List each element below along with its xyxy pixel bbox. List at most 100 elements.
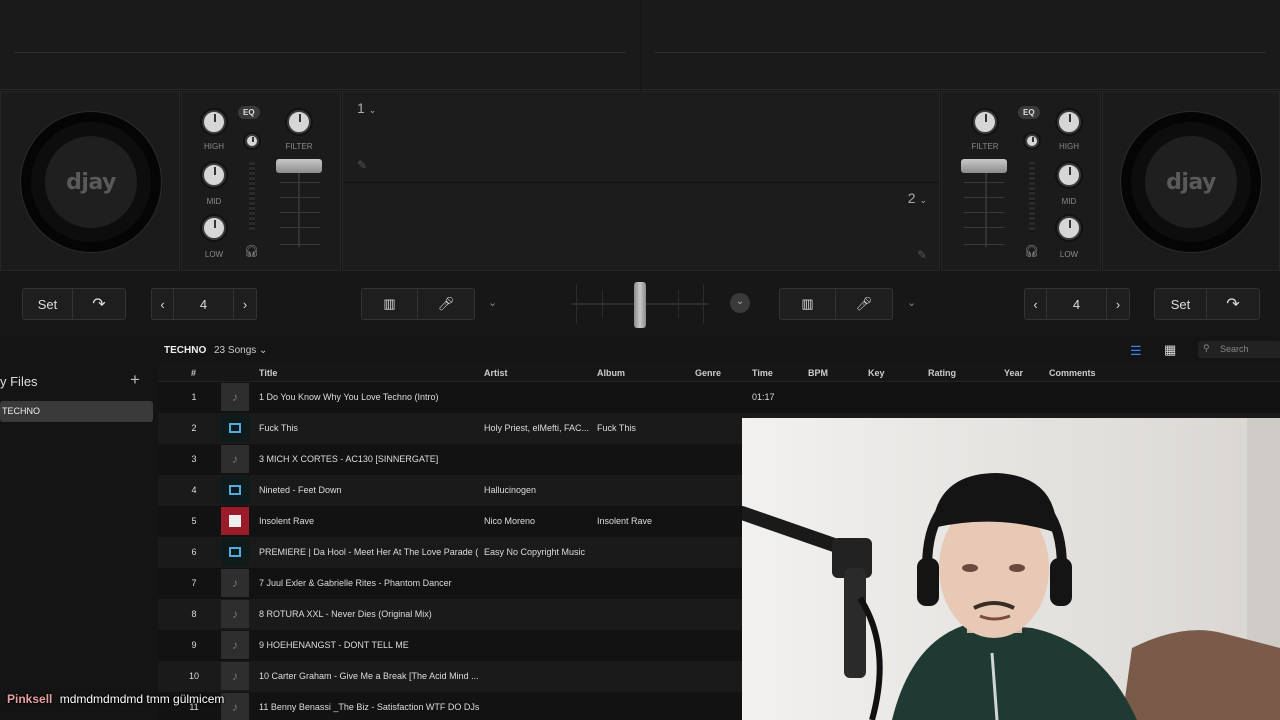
pencil-icon[interactable]: ✎ [357, 158, 367, 172]
deck-1-selector[interactable]: 1 ⌄ [357, 100, 376, 116]
col-comments[interactable]: Comments [1049, 363, 1096, 383]
search-field[interactable]: ⚲ Search [1198, 341, 1280, 358]
filter-label: FILTER [971, 142, 999, 151]
chevron-down-icon[interactable]: ⌄ [907, 296, 916, 309]
col-year[interactable]: Year [1004, 363, 1023, 383]
album-art [221, 538, 249, 566]
loop-jump-icon[interactable]: ↷ [1207, 289, 1259, 319]
volume-fader-track [298, 167, 300, 247]
left-platter[interactable]: djay [21, 112, 161, 252]
grid-view-icon[interactable]: ▦ [1164, 342, 1176, 358]
loop-decrease-button[interactable]: ‹ [152, 289, 174, 319]
table-row[interactable]: 1 ♪ 1 Do You Know Why You Love Techno (Int… [158, 382, 1280, 413]
right-pad-group: ▥ 🎤︎ [779, 288, 893, 320]
gain-knob[interactable] [1025, 134, 1039, 148]
row-album: Insolent Rave [597, 516, 653, 526]
album-art [221, 507, 249, 535]
row-number: 1 [191, 392, 197, 402]
high-label: HIGH [1059, 142, 1079, 151]
loop-increase-button[interactable]: › [234, 289, 256, 319]
center-panel: 1 ⌄ ✎ 2 ⌄ ✎ [342, 91, 940, 271]
col-time[interactable]: Time [752, 363, 773, 383]
music-note-icon: ♪ [221, 693, 249, 720]
loop-increase-button[interactable]: › [1107, 289, 1129, 319]
row-artist: Nico Moreno [484, 516, 536, 526]
row-title: PREMIERE | Da Hool - Meet Her At The Lov… [259, 547, 479, 557]
crossfader-thumb[interactable] [634, 282, 646, 328]
piano-icon[interactable]: ▥ [362, 289, 418, 319]
chevron-down-icon[interactable]: ⌄ [488, 296, 497, 309]
waveform-deck-2[interactable] [641, 0, 1280, 90]
song-count: 23 Songs [214, 345, 257, 356]
gain-knob[interactable] [245, 134, 259, 148]
right-platter[interactable]: djay [1121, 112, 1261, 252]
music-note-icon: ♪ [221, 631, 249, 659]
filter-knob[interactable] [287, 110, 311, 134]
microphone-icon[interactable]: 🎤︎ [418, 289, 474, 319]
col-key[interactable]: Key [868, 363, 885, 383]
col-genre[interactable]: Genre [695, 363, 721, 383]
mid-label: MID [1061, 197, 1077, 206]
loop-decrease-button[interactable]: ‹ [1025, 289, 1047, 319]
row-number: 10 [188, 671, 199, 681]
volume-fader[interactable] [961, 159, 1007, 173]
headphone-icon[interactable]: 🎧︎ [244, 244, 259, 258]
low-knob[interactable] [1057, 216, 1081, 240]
plus-icon[interactable]: + [130, 370, 140, 390]
col-title[interactable]: Title [259, 363, 277, 383]
eq-dropdown[interactable]: EQ [1018, 106, 1040, 119]
col-artist[interactable]: Artist [484, 363, 508, 383]
set-button[interactable]: Set [23, 289, 73, 319]
album-art [221, 414, 249, 442]
sidebar-item-label: TECHNO [2, 406, 40, 416]
row-number: 5 [191, 516, 197, 526]
music-note-icon: ♪ [221, 662, 249, 690]
waveform-deck-1[interactable] [0, 0, 640, 90]
webcam-overlay [742, 418, 1280, 720]
webcam-image [742, 418, 1280, 720]
high-label: HIGH [204, 142, 224, 151]
set-button[interactable]: Set [1155, 289, 1207, 319]
search-placeholder: Search [1220, 344, 1249, 354]
low-knob[interactable] [202, 216, 226, 240]
right-mixer: FILTER EQ 🎧︎ HIGH MID LOW [941, 91, 1101, 271]
high-knob[interactable] [202, 110, 226, 134]
row-title: 11 Benny Benassi _The Biz - Satisfaction… [259, 702, 479, 712]
mid-label: MID [206, 197, 222, 206]
filter-knob[interactable] [973, 110, 997, 134]
row-title: 1 Do You Know Why You Love Techno (Intro… [259, 392, 439, 402]
col-album[interactable]: Album [597, 363, 625, 383]
row-number: 6 [191, 547, 197, 557]
row-title: Fuck This [259, 423, 298, 433]
row-title: Nineted - Feet Down [259, 485, 342, 495]
song-count-dropdown[interactable]: 23 Songs ⌄ [214, 345, 267, 356]
mid-knob[interactable] [202, 163, 226, 187]
headphone-icon[interactable]: 🎧︎ [1024, 244, 1039, 258]
deck-1-number: 1 [357, 100, 365, 116]
eq-dropdown[interactable]: EQ [238, 106, 260, 119]
high-knob[interactable] [1057, 110, 1081, 134]
piano-icon[interactable]: ▥ [780, 289, 836, 319]
level-meter [1029, 162, 1035, 232]
pencil-icon[interactable]: ✎ [917, 248, 927, 262]
mid-knob[interactable] [1057, 163, 1081, 187]
col-rating[interactable]: Rating [928, 363, 956, 383]
col-number[interactable]: # [191, 363, 196, 383]
sidebar-item-techno[interactable]: TECHNO [0, 401, 153, 422]
list-view-icon[interactable]: ☰ [1130, 343, 1142, 359]
right-loop-length: ‹ 4 › [1024, 288, 1130, 320]
deck-2-selector[interactable]: 2 ⌄ [908, 190, 927, 206]
chat-message: Pinksell mdmdmdmdmd tmm gülmicem [7, 692, 224, 706]
row-title: 7 Juul Exler & Gabrielle Rites - Phantom… [259, 578, 452, 588]
loop-jump-icon[interactable]: ↷ [73, 289, 125, 319]
music-note-icon: ♪ [221, 600, 249, 628]
col-bpm[interactable]: BPM [808, 363, 828, 383]
loop-length-value: 4 [1047, 289, 1107, 319]
music-note-icon: ♪ [221, 569, 249, 597]
microphone-icon[interactable]: 🎤︎ [836, 289, 892, 319]
crossfader[interactable] [572, 280, 708, 328]
right-set-loop-group: Set ↷ [1154, 288, 1260, 320]
row-number: 9 [191, 640, 197, 650]
crossfader-menu-button[interactable]: ⌄ [730, 293, 750, 313]
volume-fader[interactable] [276, 159, 322, 173]
